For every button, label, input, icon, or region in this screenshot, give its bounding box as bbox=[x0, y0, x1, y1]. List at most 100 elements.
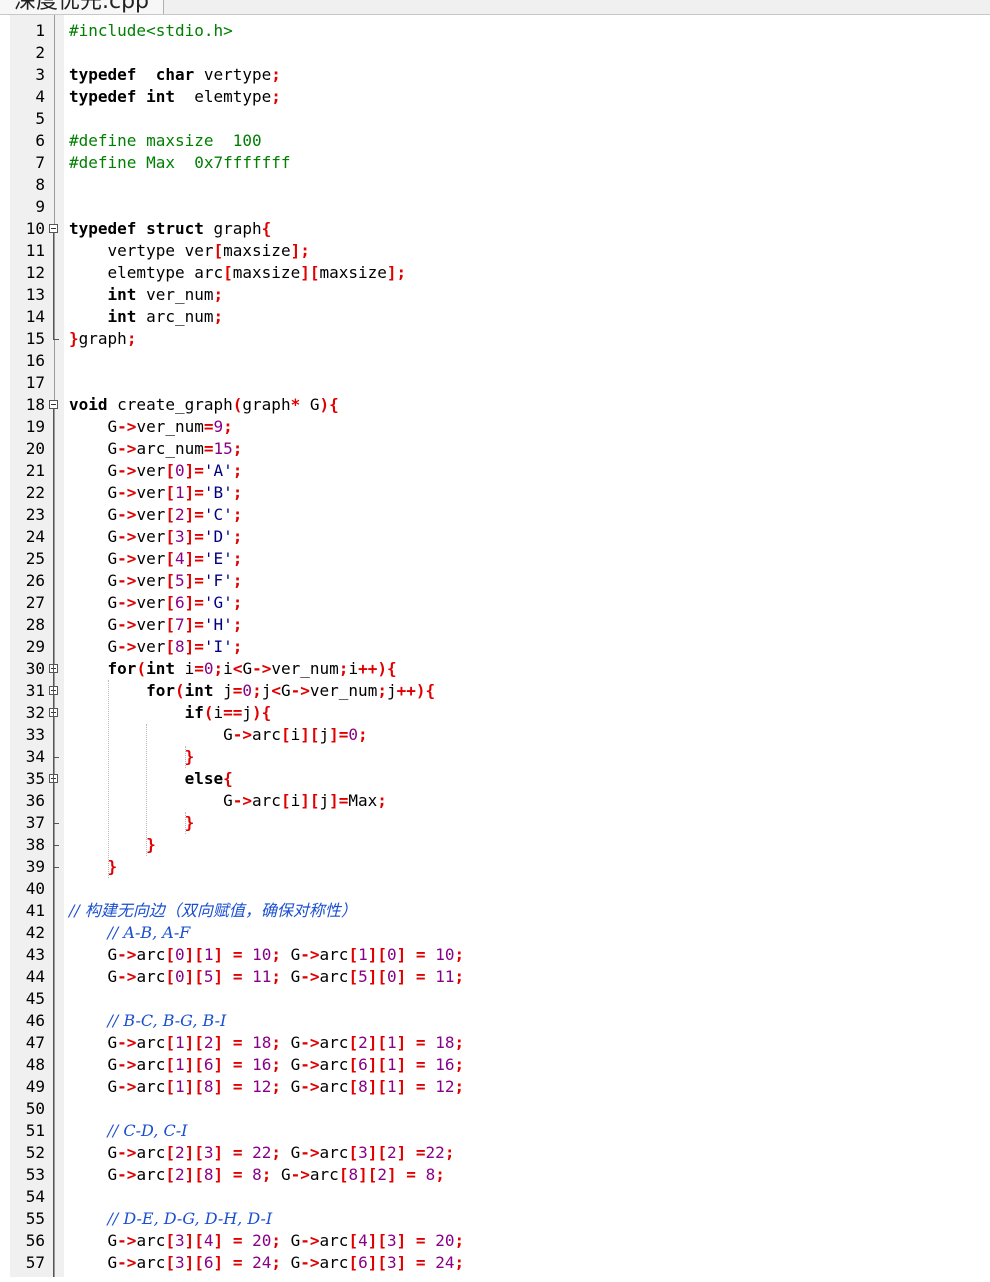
code-line[interactable]: 49 G->arc[1][8] = 12; G->arc[8][1] = 12; bbox=[0, 1076, 990, 1098]
line-number: 35 bbox=[25, 769, 45, 788]
line-number: 47 bbox=[25, 1033, 45, 1052]
code-line[interactable]: 27 G->ver[6]='G'; bbox=[0, 592, 990, 614]
code-line[interactable]: 16 bbox=[0, 350, 990, 372]
fold-toggle-icon[interactable] bbox=[49, 224, 58, 233]
code-line[interactable]: 38 } bbox=[0, 834, 990, 856]
code-text: void create_graph(graph* G){ bbox=[69, 395, 339, 414]
code-line[interactable]: 52 G->arc[2][3] = 22; G->arc[3][2] =22; bbox=[0, 1142, 990, 1164]
line-number: 48 bbox=[25, 1055, 45, 1074]
code-line[interactable]: 41 // 构建无向边（双向赋值，确保对称性） bbox=[0, 900, 990, 922]
line-number: 12 bbox=[25, 263, 45, 282]
line-number: 30 bbox=[25, 659, 45, 678]
line-number: 23 bbox=[25, 505, 45, 524]
code-line[interactable]: 34 } bbox=[0, 746, 990, 768]
fold-end-marker bbox=[53, 845, 59, 846]
line-number: 57 bbox=[25, 1253, 45, 1272]
code-line[interactable]: 32 if(i==j){ bbox=[0, 702, 990, 724]
code-line[interactable]: 12 elemtype arc[maxsize][maxsize]; bbox=[0, 262, 990, 284]
code-line[interactable]: 51 // C-D, C-I bbox=[0, 1120, 990, 1142]
code-line[interactable]: 26 G->ver[5]='F'; bbox=[0, 570, 990, 592]
fold-region-line bbox=[53, 409, 54, 1277]
code-line[interactable]: 6 #define maxsize 100 bbox=[0, 130, 990, 152]
line-number: 17 bbox=[25, 373, 45, 392]
code-text: G->arc[i][j]=Max; bbox=[69, 791, 387, 810]
code-line[interactable]: 43 G->arc[0][1] = 10; G->arc[1][0] = 10; bbox=[0, 944, 990, 966]
code-text: elemtype arc[maxsize][maxsize]; bbox=[69, 263, 407, 282]
code-line[interactable]: 50 bbox=[0, 1098, 990, 1120]
fold-region-line bbox=[53, 233, 54, 339]
code-line[interactable]: 37 } bbox=[0, 812, 990, 834]
code-line[interactable]: 17 bbox=[0, 372, 990, 394]
code-text: } bbox=[184, 813, 195, 832]
code-text: G->ver_num=9; bbox=[69, 417, 233, 436]
code-line[interactable]: 47 G->arc[1][2] = 18; G->arc[2][1] = 18; bbox=[0, 1032, 990, 1054]
code-line[interactable]: 8 bbox=[0, 174, 990, 196]
line-number: 7 bbox=[35, 153, 45, 172]
code-text: G->arc[2][8] = 8; G->arc[8][2] = 8; bbox=[69, 1165, 445, 1184]
tab-file[interactable]: 深度优先.cpp bbox=[0, 0, 165, 14]
code-line[interactable]: 9 bbox=[0, 196, 990, 218]
code-line[interactable]: 4 typedef int elemtype; bbox=[0, 86, 990, 108]
code-line[interactable]: 3 typedef char vertype; bbox=[0, 64, 990, 86]
line-number: 16 bbox=[25, 351, 45, 370]
code-text: // A-B, A-F bbox=[107, 923, 191, 942]
code-text: G->arc[3][4] = 20; G->arc[4][3] = 20; bbox=[69, 1231, 465, 1250]
line-number: 10 bbox=[25, 219, 45, 238]
indent-guide bbox=[146, 724, 147, 856]
code-line[interactable]: 25 G->ver[4]='E'; bbox=[0, 548, 990, 570]
code-text: G->arc[i][j]=0; bbox=[69, 725, 368, 744]
code-line[interactable]: 45 bbox=[0, 988, 990, 1010]
code-text: } bbox=[146, 835, 156, 854]
code-line[interactable]: 14 int arc_num; bbox=[0, 306, 990, 328]
code-line[interactable]: 29 G->ver[8]='I'; bbox=[0, 636, 990, 658]
code-line[interactable]: 11 vertype ver[maxsize]; bbox=[0, 240, 990, 262]
code-line[interactable]: 56 G->arc[3][4] = 20; G->arc[4][3] = 20; bbox=[0, 1230, 990, 1252]
code-line[interactable]: 31 for(int j=0;j<G->ver_num;j++){ bbox=[0, 680, 990, 702]
indent-guide bbox=[185, 746, 186, 768]
code-line[interactable]: 22 G->ver[1]='B'; bbox=[0, 482, 990, 504]
code-line[interactable]: 44 G->arc[0][5] = 11; G->arc[5][0] = 11; bbox=[0, 966, 990, 988]
line-number: 19 bbox=[25, 417, 45, 436]
code-line[interactable]: 15}graph; bbox=[0, 328, 990, 350]
code-line[interactable]: 2 bbox=[0, 42, 990, 64]
code-line[interactable]: 36 G->arc[i][j]=Max; bbox=[0, 790, 990, 812]
line-number: 40 bbox=[25, 879, 45, 898]
code-line[interactable]: 20 G->arc_num=15; bbox=[0, 438, 990, 460]
code-line[interactable]: 55 // D-E, D-G, D-H, D-I bbox=[0, 1208, 990, 1230]
code-line[interactable]: 42 // A-B, A-F bbox=[0, 922, 990, 944]
code-line[interactable]: 21 G->ver[0]='A'; bbox=[0, 460, 990, 482]
code-line[interactable]: 10 typedef struct graph{ bbox=[0, 218, 990, 240]
code-line[interactable]: 18 void create_graph(graph* G){ bbox=[0, 394, 990, 416]
code-line[interactable]: 40 bbox=[0, 878, 990, 900]
code-line[interactable]: 7 #define Max 0x7fffffff bbox=[0, 152, 990, 174]
fold-end-marker bbox=[53, 339, 59, 340]
code-line[interactable]: 35 else{ bbox=[0, 768, 990, 790]
code-text: // 构建无向边（双向赋值，确保对称性） bbox=[69, 901, 357, 920]
code-editor[interactable]: 1 #include<stdio.h> 2 3 typedef char vertype… bbox=[0, 15, 990, 1277]
line-number: 54 bbox=[25, 1187, 45, 1206]
code-line[interactable]: 39 } bbox=[0, 856, 990, 878]
code-line[interactable]: 48 G->arc[1][6] = 16; G->arc[6][1] = 16; bbox=[0, 1054, 990, 1076]
code-line[interactable]: 53 G->arc[2][8] = 8; G->arc[8][2] = 8; bbox=[0, 1164, 990, 1186]
code-line[interactable]: 19 G->ver_num=9; bbox=[0, 416, 990, 438]
code-line[interactable]: 46 // B-C, B-G, B-I bbox=[0, 1010, 990, 1032]
fold-toggle-icon[interactable] bbox=[49, 400, 58, 409]
code-line[interactable]: 1 #include<stdio.h> bbox=[0, 20, 990, 42]
code-text: // B-C, B-G, B-I bbox=[107, 1011, 227, 1030]
code-text: G->ver[1]='B'; bbox=[69, 483, 243, 502]
code-line[interactable]: 24 G->ver[3]='D'; bbox=[0, 526, 990, 548]
code-line[interactable]: 13 int ver_num; bbox=[0, 284, 990, 306]
code-text: G->arc[1][6] = 16; G->arc[6][1] = 16; bbox=[69, 1055, 465, 1074]
code-line[interactable]: 30 for(int i=0;i<G->ver_num;i++){ bbox=[0, 658, 990, 680]
line-number: 20 bbox=[25, 439, 45, 458]
code-text: int ver_num; bbox=[107, 285, 224, 304]
code-line[interactable]: 54 bbox=[0, 1186, 990, 1208]
line-number: 9 bbox=[35, 197, 45, 216]
indent-guide bbox=[108, 680, 109, 878]
code-text: if(i==j){ bbox=[184, 703, 272, 722]
code-line[interactable]: 33 G->arc[i][j]=0; bbox=[0, 724, 990, 746]
code-line[interactable]: 23 G->ver[2]='C'; bbox=[0, 504, 990, 526]
code-line[interactable]: 5 bbox=[0, 108, 990, 130]
code-line[interactable]: 57 G->arc[3][6] = 24; G->arc[6][3] = 24; bbox=[0, 1252, 990, 1274]
code-line[interactable]: 28 G->ver[7]='H'; bbox=[0, 614, 990, 636]
